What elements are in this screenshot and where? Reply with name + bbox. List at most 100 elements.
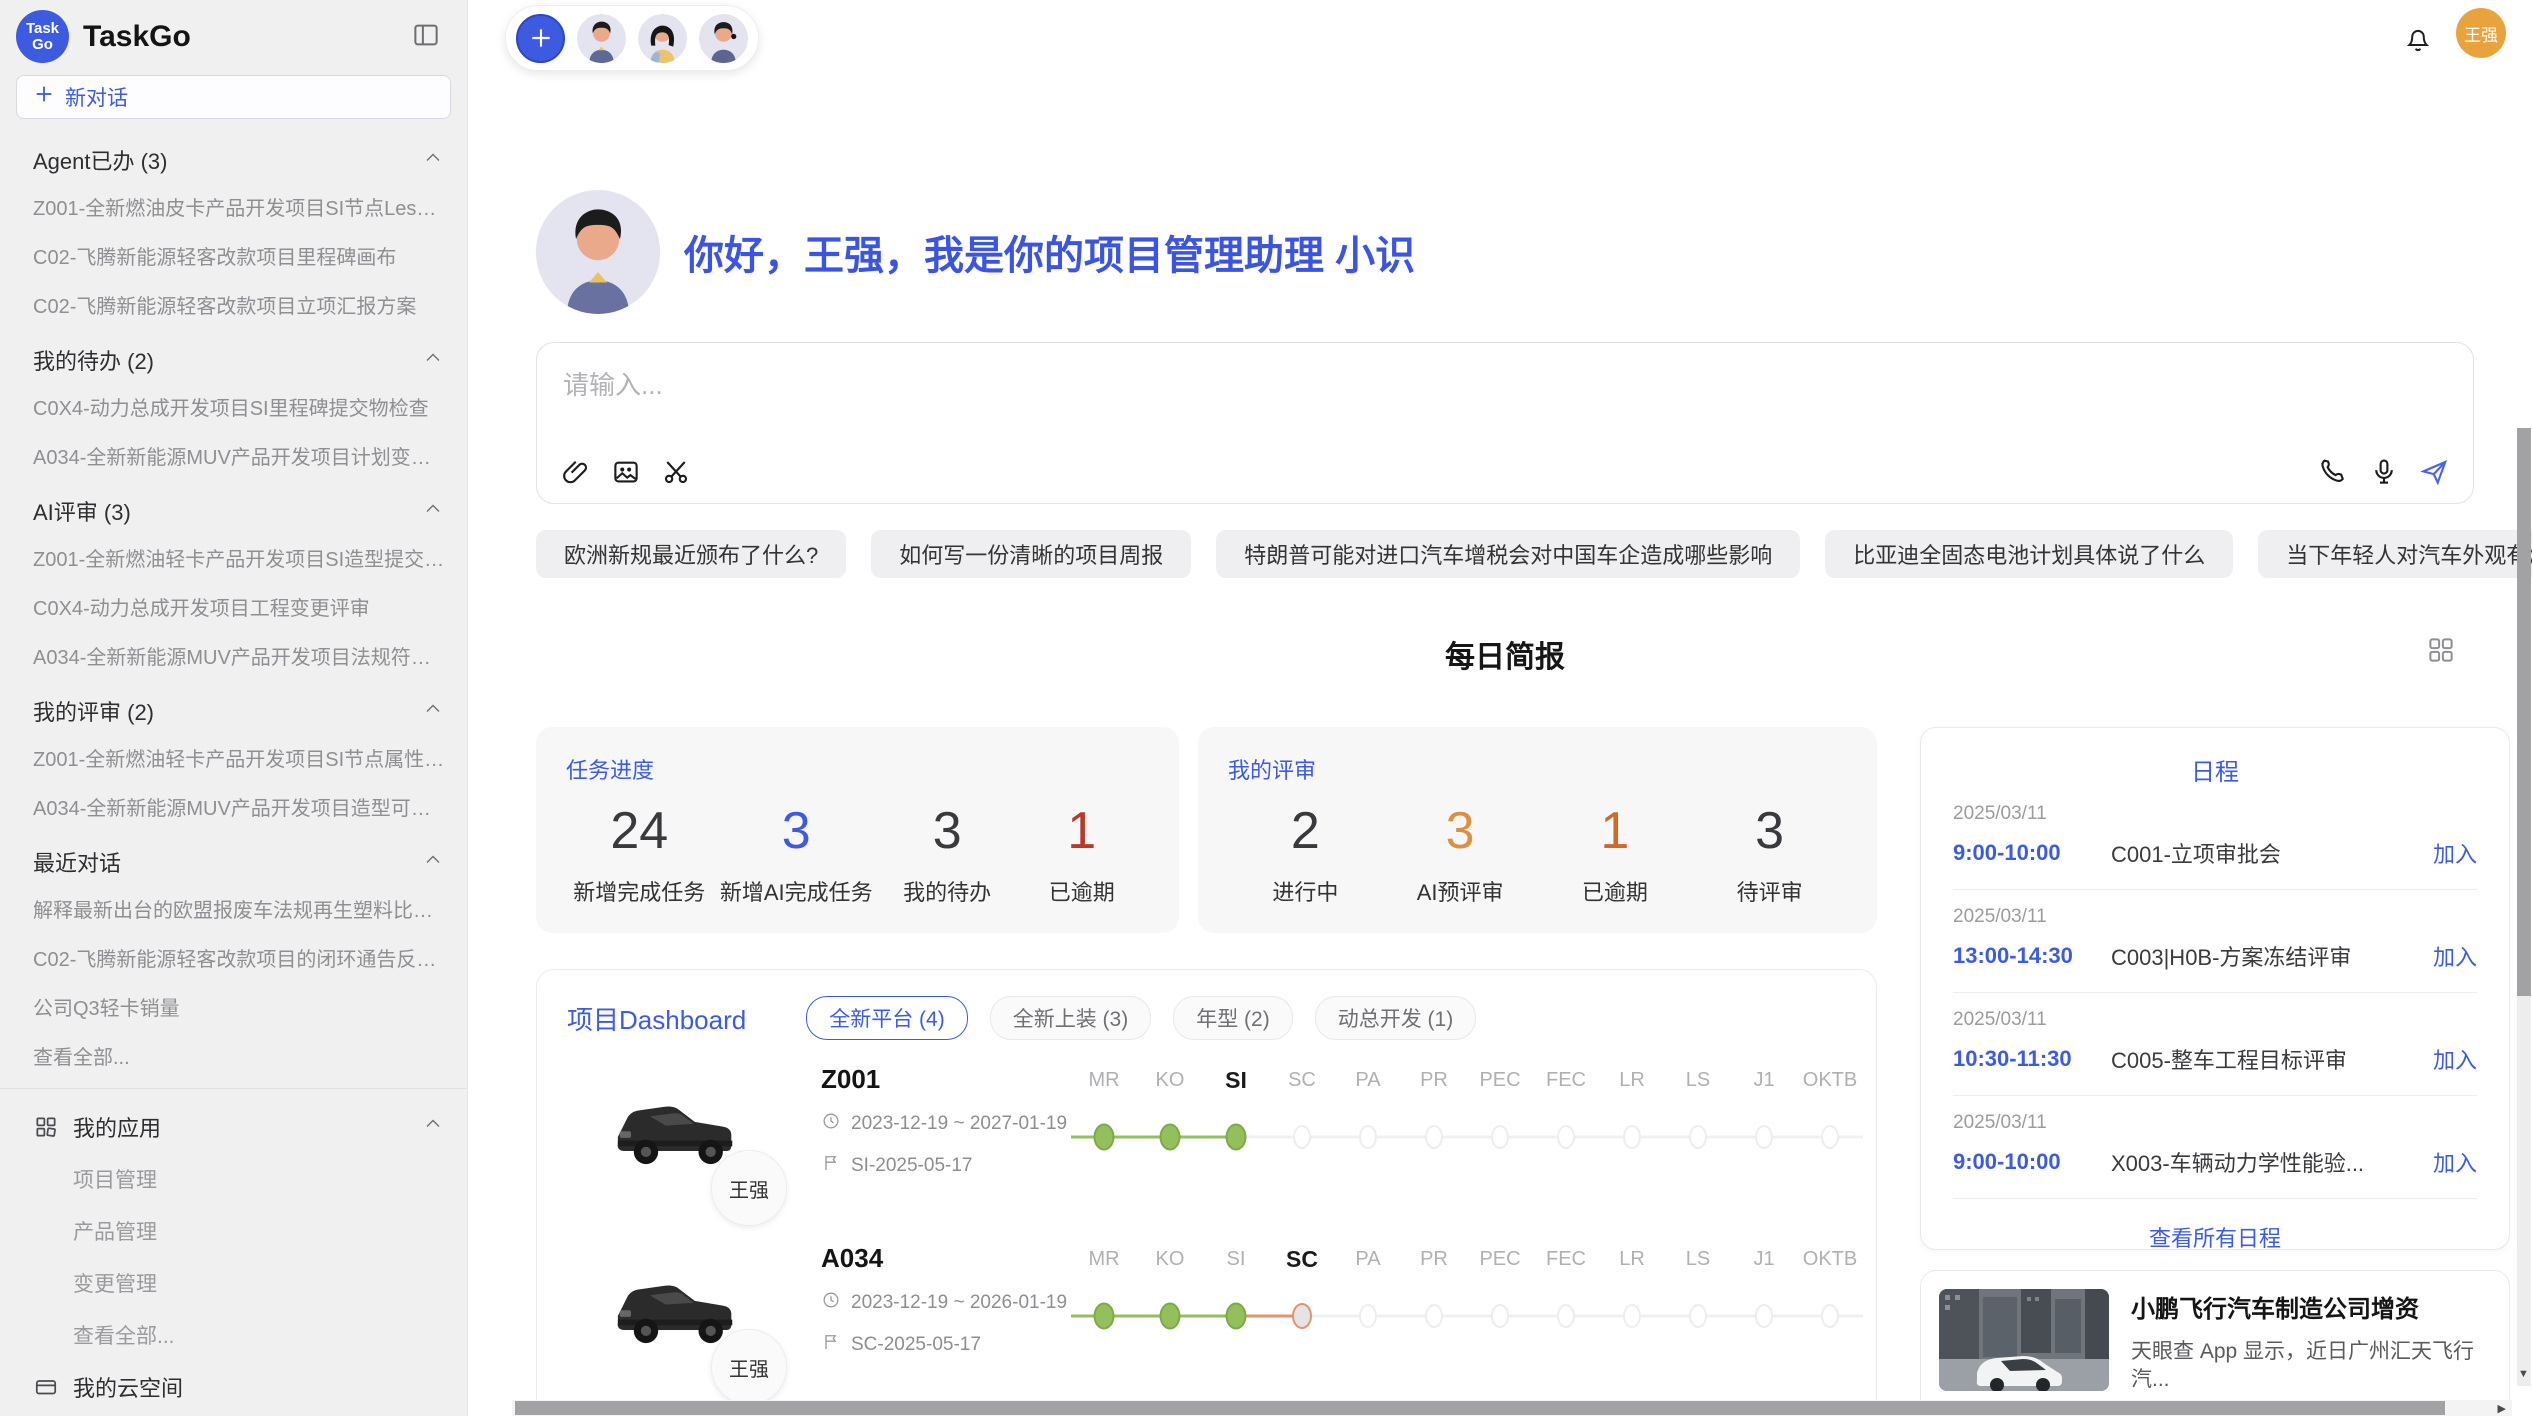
milestone-track <box>1797 1299 1863 1333</box>
sidebar-item[interactable]: Z001-全新燃油轻卡产品开发项目SI节点属性5D文件评审 <box>0 733 467 782</box>
sidebar-section-header[interactable]: Agent已办 (3) <box>0 129 467 182</box>
suggestion-chip[interactable]: 欧洲新规最近颁布了什么? <box>536 530 846 578</box>
clock-icon <box>821 1290 841 1316</box>
sidebar-item[interactable]: A034-全新新能源MUV产品开发项目法规符合性评审 <box>0 631 467 680</box>
milestone-dot-pending <box>1557 1125 1575 1149</box>
join-meeting-link[interactable]: 加入 <box>2433 1043 2477 1075</box>
sidebar-app-item[interactable]: 变更管理 <box>0 1257 467 1309</box>
sidebar-item[interactable]: 查看全部... <box>0 1031 467 1080</box>
milestone-track <box>1203 1299 1269 1333</box>
stat-item: 3新增AI完成任务 <box>720 799 873 907</box>
milestone-track <box>1533 1299 1599 1333</box>
sidebar-item[interactable]: C0X4-动力总成开发项目SI里程碑提交物检查 <box>0 382 467 431</box>
sidebar-item-my-apps[interactable]: 我的应用 <box>0 1097 467 1153</box>
vertical-scrollbar[interactable]: ▼ <box>2516 0 2532 1416</box>
sidebar-item[interactable]: C0X4-动力总成开发项目工程变更评审 <box>0 582 467 631</box>
sidebar-app-item[interactable]: 项目管理 <box>0 1153 467 1205</box>
send-icon[interactable] <box>2419 457 2449 487</box>
chevron-up-icon[interactable] <box>421 697 445 726</box>
composer-input[interactable]: 请输入... <box>563 365 663 402</box>
event-date: 2025/03/11 <box>1953 1112 2477 1134</box>
sidebar-item[interactable]: Z001-全新燃油皮卡产品开发项目SI节点Lesson Learn报告 <box>0 182 467 231</box>
project-row[interactable]: 王强Z0012023-12-19 ~ 2027-01-19SI-2025-05-… <box>567 1044 1846 1223</box>
agent-avatar-2[interactable] <box>638 14 687 63</box>
milestone-dot-pending <box>1491 1125 1509 1149</box>
notifications-bell-icon[interactable] <box>2396 22 2440 59</box>
agent-avatar-1[interactable] <box>577 14 626 63</box>
sidebar-item[interactable]: A034-全新新能源MUV产品开发项目造型可行性评审 <box>0 782 467 831</box>
chevron-up-icon[interactable] <box>421 497 445 526</box>
vertical-scrollbar-track[interactable] <box>2517 996 2531 1386</box>
sidebar-collapse-icon[interactable] <box>411 20 441 53</box>
event-time: 9:00-10:00 <box>1953 1149 2111 1175</box>
sidebar-item[interactable]: C02-飞腾新能源轻客改款项目里程碑画布 <box>0 231 467 280</box>
milestone-dot-done <box>1226 1124 1247 1151</box>
stat-item: 1已逾期 <box>1022 799 1142 907</box>
scroll-down-arrow-icon[interactable]: ▼ <box>2518 1368 2529 1380</box>
dashboard-filter-chip[interactable]: 全新上装 (3) <box>990 996 1152 1040</box>
sidebar-item[interactable]: 解释最新出台的欧盟报废车法规再生塑料比例被调至15%... <box>0 884 467 933</box>
event-title: C003|H0B-方案冻结评审 <box>2111 940 2417 972</box>
join-meeting-link[interactable]: 加入 <box>2433 940 2477 972</box>
chevron-up-icon[interactable] <box>421 1112 445 1142</box>
milestone-dot-pending <box>1359 1125 1377 1149</box>
sidebar-section-header[interactable]: AI评审 (3) <box>0 480 467 533</box>
attachment-icon[interactable] <box>561 457 591 487</box>
suggestion-chip[interactable]: 如何写一份清晰的项目周报 <box>871 530 1191 578</box>
layout-grid-icon[interactable] <box>2420 634 2462 669</box>
dashboard-filter-chip[interactable]: 年型 (2) <box>1173 996 1293 1040</box>
schedule-event: 2025/03/119:00-10:00X003-车辆动力学性能验...加入 <box>1953 1096 2477 1199</box>
scroll-right-arrow-icon[interactable]: ▶ <box>2498 1402 2506 1415</box>
project-date-range: 2023-12-19 ~ 2027-01-19 <box>821 1111 1071 1137</box>
join-meeting-link[interactable]: 加入 <box>2433 837 2477 869</box>
sidebar-app-item[interactable]: 产品管理 <box>0 1205 467 1257</box>
microphone-icon[interactable] <box>2369 457 2399 487</box>
new-chat-button[interactable]: 新对话 <box>16 75 451 119</box>
sidebar-item[interactable]: C02-飞腾新能源轻客改款项目的闭环通告反馈情况 <box>0 933 467 982</box>
chevron-up-icon[interactable] <box>421 346 445 375</box>
milestone-dot-pending <box>1623 1125 1641 1149</box>
milestone-label: PA <box>1355 1066 1380 1094</box>
dashboard-filter-chip[interactable]: 动总开发 (1) <box>1315 996 1477 1040</box>
user-avatar[interactable]: 王强 <box>2456 8 2506 58</box>
sidebar-section-label: AI评审 (3) <box>33 495 421 527</box>
milestone-label: LS <box>1686 1245 1710 1273</box>
project-row[interactable]: 王强A0342023-12-19 ~ 2026-01-19SC-2025-05-… <box>567 1223 1846 1402</box>
sidebar-item[interactable]: 公司Q3轻卡销量 <box>0 982 467 1031</box>
milestone-track <box>1203 1120 1269 1154</box>
sidebar-item-drive[interactable]: 我的云空间 <box>0 1361 467 1413</box>
chevron-up-icon[interactable] <box>421 848 445 877</box>
event-time: 9:00-10:00 <box>1953 840 2111 866</box>
suggestion-chip[interactable]: 比亚迪全固态电池计划具体说了什么 <box>1825 530 2233 578</box>
screenshot-scissors-icon[interactable] <box>661 457 691 487</box>
suggestion-chip[interactable]: 特朗普可能对进口汽车增税会对中国车企造成哪些影响 <box>1216 530 1800 578</box>
milestone-timeline: MRKOSISCPAPRPECFECLRLSJ1OKTB <box>1071 1237 1863 1402</box>
sidebar-section-header[interactable]: 我的评审 (2) <box>0 680 467 733</box>
vertical-scrollbar-thumb[interactable] <box>2517 428 2531 996</box>
flag-text: SI-2025-05-17 <box>851 1155 972 1177</box>
sidebar-item[interactable]: Z001-全新燃油轻卡产品开发项目SI造型提交物评审 <box>0 533 467 582</box>
horizontal-scrollbar-thumb[interactable] <box>515 1401 2445 1415</box>
agent-avatar-3[interactable] <box>699 14 748 63</box>
stat-label: 已逾期 <box>1022 875 1142 907</box>
join-meeting-link[interactable]: 加入 <box>2433 1146 2477 1178</box>
sidebar-item[interactable]: A034-全新新能源MUV产品开发项目计划变更表编写 <box>0 431 467 480</box>
milestone: SI <box>1203 1245 1269 1402</box>
milestone-dot-done <box>1094 1124 1115 1151</box>
chevron-up-icon[interactable] <box>421 146 445 175</box>
sidebar-item[interactable]: C02-飞腾新能源轻客改款项目立项汇报方案 <box>0 280 467 329</box>
stat-item: 1已逾期 <box>1555 799 1675 907</box>
add-agent-button[interactable] <box>516 14 565 63</box>
sidebar-section-header[interactable]: 我的待办 (2) <box>0 329 467 382</box>
sidebar-app-item[interactable]: 查看全部... <box>0 1309 467 1361</box>
suggestion-chip[interactable]: 当下年轻人对汽车外观有怎样的喜好趋势 <box>2258 530 2532 578</box>
news-card[interactable]: 小鹏飞行汽车制造公司增资 天眼查 App 显示，近日广州汇天飞行汽... <box>1920 1270 2510 1416</box>
stat-value: 3 <box>887 799 1007 863</box>
dashboard-filter-chip[interactable]: 全新平台 (4) <box>806 996 968 1040</box>
image-upload-icon[interactable] <box>611 457 641 487</box>
sidebar-section-header[interactable]: 最近对话 <box>0 831 467 884</box>
view-all-schedule-link[interactable]: 查看所有日程 <box>1953 1199 2477 1275</box>
horizontal-scrollbar[interactable]: ▶ <box>512 1400 2512 1416</box>
voice-call-icon[interactable] <box>2319 457 2349 487</box>
milestone-dot-done <box>1160 1303 1181 1330</box>
